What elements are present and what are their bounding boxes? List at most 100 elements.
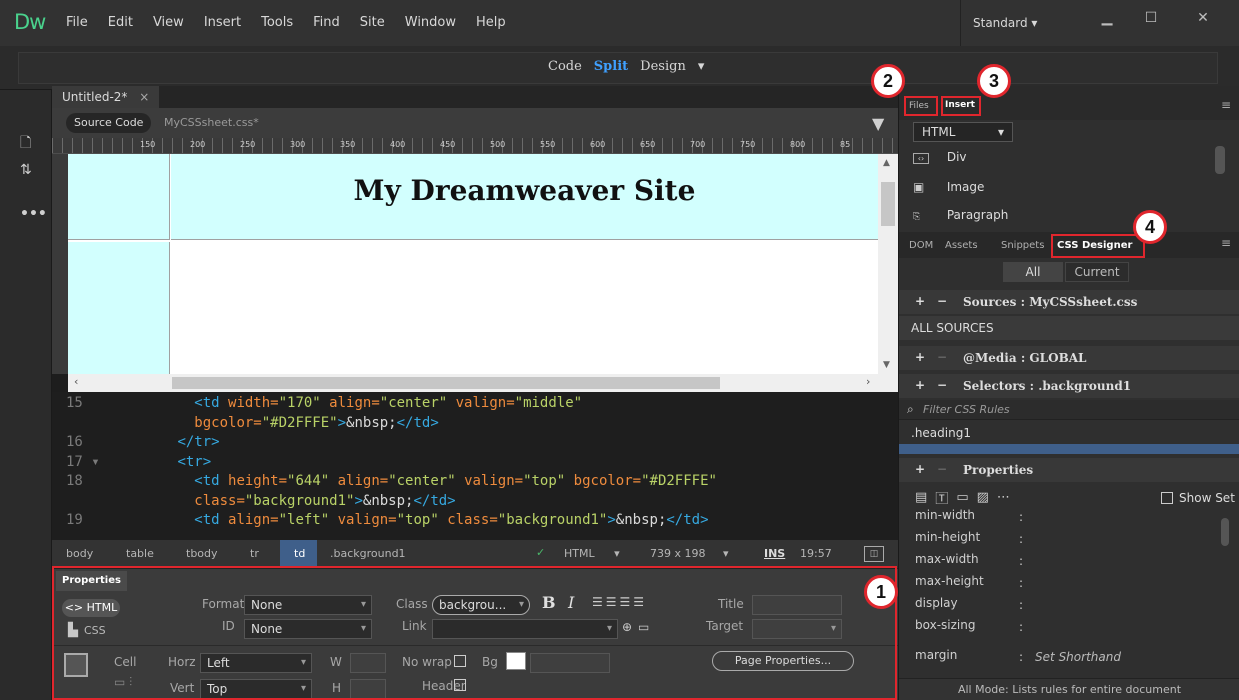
scrollbar-thumb[interactable] [1221, 518, 1229, 546]
css-property-name[interactable]: min-width [915, 508, 975, 522]
scrollbar-thumb[interactable] [881, 182, 895, 226]
design-view-button[interactable]: Design [640, 59, 686, 74]
breadcrumb-tbody[interactable]: tbody [172, 540, 230, 568]
breadcrumb-tr[interactable]: tr [236, 540, 271, 568]
insert-mode-toggle[interactable]: INS [764, 547, 785, 560]
sort-icon[interactable]: ⇅ [20, 162, 32, 178]
remove-property-icon[interactable]: − [937, 462, 947, 476]
workspace-switcher[interactable]: Standard ▾ [960, 0, 1058, 46]
border-icon[interactable]: ▭ [956, 490, 968, 505]
more-icon[interactable]: ⋯ [997, 490, 1010, 505]
css-property-name[interactable]: margin [915, 648, 957, 662]
remove-media-icon[interactable]: − [937, 350, 947, 364]
code-line[interactable]: class="background1">&nbsp;</td> [52, 492, 455, 510]
code-view[interactable]: 15 <td width="170" align="center" valign… [52, 392, 898, 540]
add-selector-icon[interactable]: + [915, 378, 925, 392]
design-view[interactable]: My Dreamweaver Site [68, 154, 878, 374]
live-view-icon[interactable]: ◫ [864, 546, 884, 562]
all-mode-button[interactable]: All [1003, 262, 1063, 282]
close-icon[interactable]: × [139, 90, 149, 104]
css-property-value[interactable]: : [1019, 510, 1023, 524]
breadcrumb-table[interactable]: table [112, 540, 166, 568]
rule-heading1[interactable]: .heading1 [911, 426, 971, 440]
menu-view[interactable]: View [153, 15, 184, 30]
all-sources-item[interactable]: ALL SOURCES [899, 316, 1239, 340]
code-view-button[interactable]: Code [548, 59, 582, 74]
new-document-icon[interactable]: 🗋 [20, 132, 31, 156]
menu-site[interactable]: Site [360, 15, 385, 30]
add-media-icon[interactable]: + [915, 350, 925, 364]
scrollbar-thumb[interactable] [172, 377, 720, 389]
snippets-tab[interactable]: Snippets [1001, 240, 1044, 251]
remove-selector-icon[interactable]: − [937, 378, 947, 392]
dom-tab[interactable]: DOM [909, 240, 933, 251]
css-property-name[interactable]: min-height [915, 530, 980, 544]
code-line[interactable]: 19 <td align="left" valign="top" class="… [52, 511, 709, 529]
chevron-right-icon[interactable]: › [866, 375, 870, 388]
css-property-value[interactable]: : [1019, 554, 1023, 568]
maximize-icon[interactable]: ☐ [1130, 8, 1172, 30]
assets-tab[interactable]: Assets [945, 240, 978, 251]
menu-find[interactable]: Find [313, 15, 340, 30]
chevron-down-icon[interactable]: ▾ [698, 59, 705, 74]
window-size-select[interactable]: 739 x 198 ▾ [650, 547, 729, 560]
layout-icon[interactable]: ▤ [915, 490, 927, 505]
css-property-name[interactable]: box-sizing [915, 618, 975, 632]
chevron-left-icon[interactable]: ‹ [74, 375, 78, 388]
table-cell[interactable]: My Dreamweaver Site [171, 154, 878, 240]
menu-file[interactable]: File [66, 15, 88, 30]
text-icon[interactable]: 🅃 [935, 488, 948, 507]
code-line[interactable]: 16 </tr> [52, 433, 220, 451]
css-property-name[interactable]: max-height [915, 574, 984, 588]
insert-item-paragraph[interactable]: ⎘ Paragraph [913, 208, 1008, 222]
css-property-value[interactable]: : Set Shorthand [1019, 650, 1121, 664]
close-icon[interactable]: ✕ [1182, 8, 1224, 30]
code-line[interactable]: bgcolor="#D2FFFE">&nbsp;</td> [52, 414, 438, 432]
minimize-icon[interactable]: ▁ [1086, 8, 1128, 30]
add-property-icon[interactable]: + [915, 462, 925, 476]
breadcrumb-td[interactable]: td [280, 540, 318, 568]
filter-icon[interactable]: ▼ [872, 114, 884, 133]
css-property-name[interactable]: max-width [915, 552, 979, 566]
split-view-button[interactable]: Split [594, 59, 628, 74]
css-property-name[interactable]: display [915, 596, 958, 610]
shorthand-value[interactable]: Set Shorthand [1035, 650, 1121, 664]
panel-menu-icon[interactable]: ≡ [1221, 236, 1231, 250]
document-tab[interactable]: Untitled-2* × [52, 86, 160, 108]
table-cell[interactable] [68, 154, 170, 240]
menu-tools[interactable]: Tools [261, 15, 293, 30]
insert-item-div[interactable]: ‹› Div [913, 150, 967, 164]
more-tools-icon[interactable]: ••• [20, 206, 47, 222]
doctype-select[interactable]: HTML ▾ [564, 547, 620, 560]
background-icon[interactable]: ▨ [977, 490, 989, 505]
breadcrumb-body[interactable]: body [52, 540, 105, 568]
code-line[interactable]: 18 <td height="644" align="center" valig… [52, 472, 717, 490]
remove-source-icon[interactable]: − [937, 294, 947, 308]
panel-menu-icon[interactable]: ≡ [1221, 98, 1231, 112]
scrollbar-thumb[interactable] [1215, 146, 1225, 174]
chevron-down-icon[interactable]: ▼ [883, 360, 890, 370]
menu-insert[interactable]: Insert [204, 15, 241, 30]
css-property-value[interactable]: : [1019, 620, 1023, 634]
horizontal-scrollbar[interactable]: ‹ › [68, 374, 898, 392]
vertical-scrollbar[interactable]: ▲ ▼ [878, 154, 898, 374]
breadcrumb-selector[interactable]: .background1 [316, 540, 418, 568]
menu-window[interactable]: Window [405, 15, 456, 30]
menu-help[interactable]: Help [476, 15, 506, 30]
table-cell[interactable] [171, 242, 878, 374]
menu-edit[interactable]: Edit [108, 15, 133, 30]
code-line[interactable]: 17 ▾ <tr> [52, 453, 211, 471]
css-property-value[interactable]: : [1019, 598, 1023, 612]
chevron-up-icon[interactable]: ▲ [883, 158, 890, 168]
add-source-icon[interactable]: + [915, 294, 925, 308]
code-line[interactable]: 15 <td width="170" align="center" valign… [52, 394, 582, 412]
filter-rules-field[interactable]: ⌕ Filter CSS Rules [899, 400, 1239, 420]
rule-background1-selected[interactable] [899, 444, 1239, 454]
show-set-checkbox[interactable] [1161, 492, 1173, 504]
source-code-button[interactable]: Source Code [66, 113, 152, 133]
css-property-value[interactable]: : [1019, 576, 1023, 590]
current-mode-button[interactable]: Current [1065, 262, 1129, 282]
valid-check-icon[interactable]: ✓ [536, 546, 545, 559]
insert-item-image[interactable]: ▣ Image [913, 180, 984, 194]
css-property-value[interactable]: : [1019, 532, 1023, 546]
